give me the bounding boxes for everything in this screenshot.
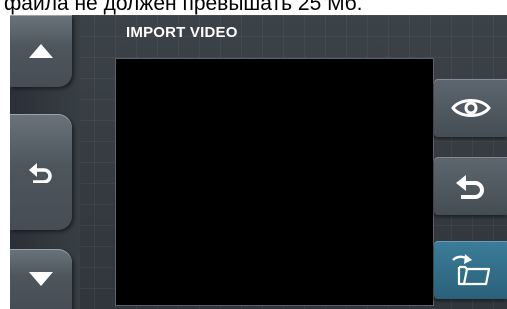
triangle-down-icon — [29, 272, 53, 286]
back-button[interactable] — [10, 114, 72, 230]
page-title: IMPORT VIDEO — [126, 24, 238, 41]
scroll-down-button[interactable] — [10, 249, 72, 309]
document-caption: файла не должен превышать 25 Мб. — [4, 0, 363, 15]
return-arrow-icon — [29, 163, 52, 183]
return-arrow-icon — [455, 175, 484, 199]
scroll-up-button[interactable] — [10, 15, 72, 87]
import-video-screen: IMPORT VIDEO — [10, 15, 507, 309]
triangle-up-icon — [29, 44, 53, 58]
eye-icon — [450, 99, 491, 117]
video-preview-area — [115, 58, 434, 306]
import-folder-button[interactable] — [434, 241, 507, 299]
folder-import-icon — [451, 254, 490, 286]
preview-video-button[interactable] — [434, 79, 507, 137]
navigation-column — [10, 15, 80, 309]
return-button[interactable] — [434, 157, 507, 215]
